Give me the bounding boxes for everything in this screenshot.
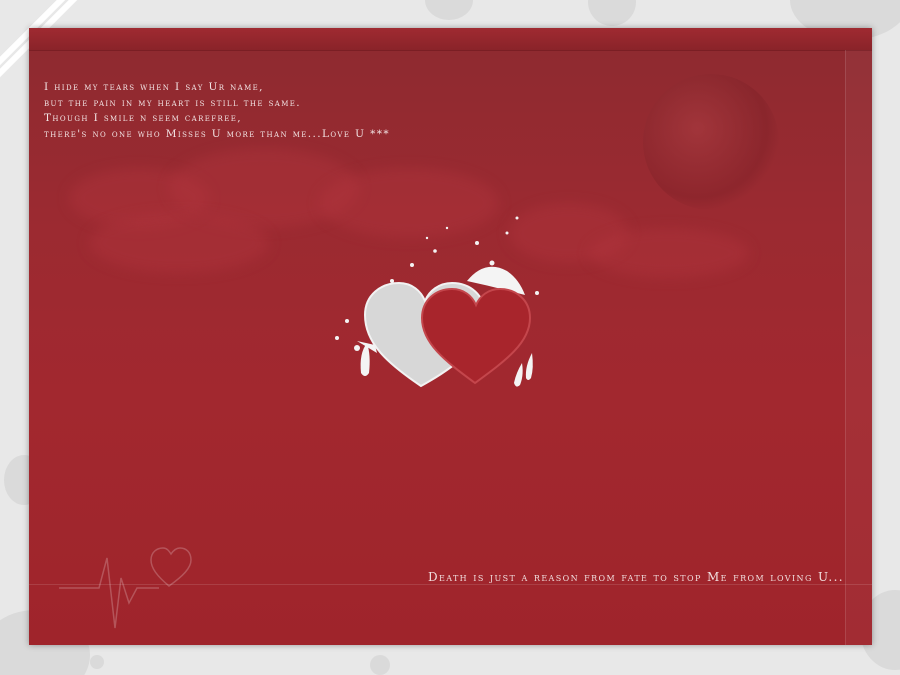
poem: I hide my tears when I say Ur name, but … <box>44 80 390 142</box>
hearts-illustration <box>335 216 539 388</box>
tagline: Death is just a reason from fate to stop… <box>427 570 844 584</box>
poem-line: there's no one who Misses U more than me… <box>44 127 391 140</box>
cloud <box>589 228 749 278</box>
heartbeat-icon <box>59 547 192 629</box>
cloud <box>89 213 269 273</box>
background-circle <box>588 0 636 26</box>
poem-line: but the pain in my heart is still the sa… <box>44 96 302 109</box>
background-circle <box>370 655 390 675</box>
divider-line <box>29 584 872 585</box>
greeting-card: I hide my tears when I say Ur name, but … <box>29 28 872 645</box>
poem-line: I hide my tears when I say Ur name, <box>44 81 264 93</box>
poem-line: Though I smile n seem carefree, <box>44 112 242 124</box>
background-circle <box>90 655 104 669</box>
background-circle <box>425 0 473 20</box>
moon <box>643 74 779 210</box>
card-side-band <box>845 50 872 645</box>
card-top-bar <box>29 28 872 51</box>
wallpaper: I hide my tears when I say Ur name, but … <box>0 0 900 675</box>
